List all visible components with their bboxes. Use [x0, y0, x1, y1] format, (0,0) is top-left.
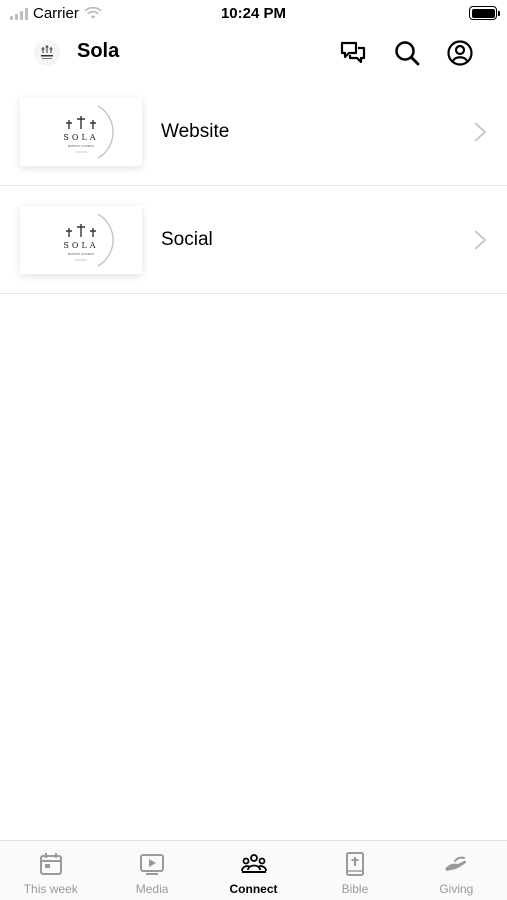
logo-subtitle: BAPTIST CHURCH	[68, 144, 94, 148]
tab-label: Connect	[229, 882, 278, 896]
tab-label: Media	[135, 882, 169, 896]
status-time: 10:24 PM	[220, 5, 287, 22]
church-logo-icon	[41, 45, 53, 59]
profile-button[interactable]	[445, 38, 475, 68]
website-thumbnail: SOLA BAPTIST CHURCH	[20, 98, 142, 166]
giving-hand-icon	[445, 856, 467, 871]
sola-logo-icon: SOLA BAPTIST CHURCH	[63, 213, 114, 267]
tab-this-week[interactable]: This week	[0, 841, 101, 900]
connect-list: SOLA BAPTIST CHURCH Website SOLA BAPTIST…	[0, 78, 507, 294]
tab-media[interactable]: Media	[101, 841, 202, 900]
tab-bar: This week Media Connect Bible Giving	[0, 840, 507, 900]
people-icon	[240, 854, 267, 873]
search-button[interactable]	[392, 38, 422, 68]
chat-button[interactable]	[338, 38, 368, 68]
app-header: Sola	[0, 30, 507, 76]
tab-label: Bible	[341, 882, 369, 896]
logo-name: SOLA	[63, 133, 98, 142]
tab-label: Giving	[439, 882, 474, 896]
logo-subtitle: BAPTIST CHURCH	[68, 252, 94, 256]
tab-giving[interactable]: Giving	[406, 841, 507, 900]
list-item-website[interactable]: SOLA BAPTIST CHURCH Website	[0, 78, 507, 186]
chevron-right-icon	[474, 122, 487, 142]
tab-connect[interactable]: Connect	[203, 841, 304, 900]
profile-icon	[447, 40, 473, 66]
page-title: Sola	[77, 40, 120, 62]
sola-logo-icon: SOLA BAPTIST CHURCH	[63, 105, 114, 159]
social-thumbnail: SOLA BAPTIST CHURCH	[20, 206, 142, 274]
battery-icon	[469, 6, 500, 20]
list-item-label: Website	[161, 121, 230, 142]
list-item-label: Social	[161, 229, 213, 250]
tab-bible[interactable]: Bible	[304, 841, 405, 900]
status-bar: Carrier 10:24 PM	[0, 0, 507, 28]
play-icon	[140, 854, 165, 875]
connect-screen: Carrier 10:24 PM Sola SOLA BAPTIST CHURC…	[0, 0, 507, 900]
calendar-icon	[39, 853, 62, 875]
chat-icon	[340, 41, 366, 64]
list-item-social[interactable]: SOLA BAPTIST CHURCH Social	[0, 186, 507, 294]
bible-icon	[345, 852, 364, 876]
chevron-right-icon	[474, 230, 487, 250]
logo-name: SOLA	[63, 241, 98, 250]
tab-label: This week	[23, 882, 78, 896]
app-logo	[34, 40, 60, 66]
search-icon	[395, 41, 420, 66]
